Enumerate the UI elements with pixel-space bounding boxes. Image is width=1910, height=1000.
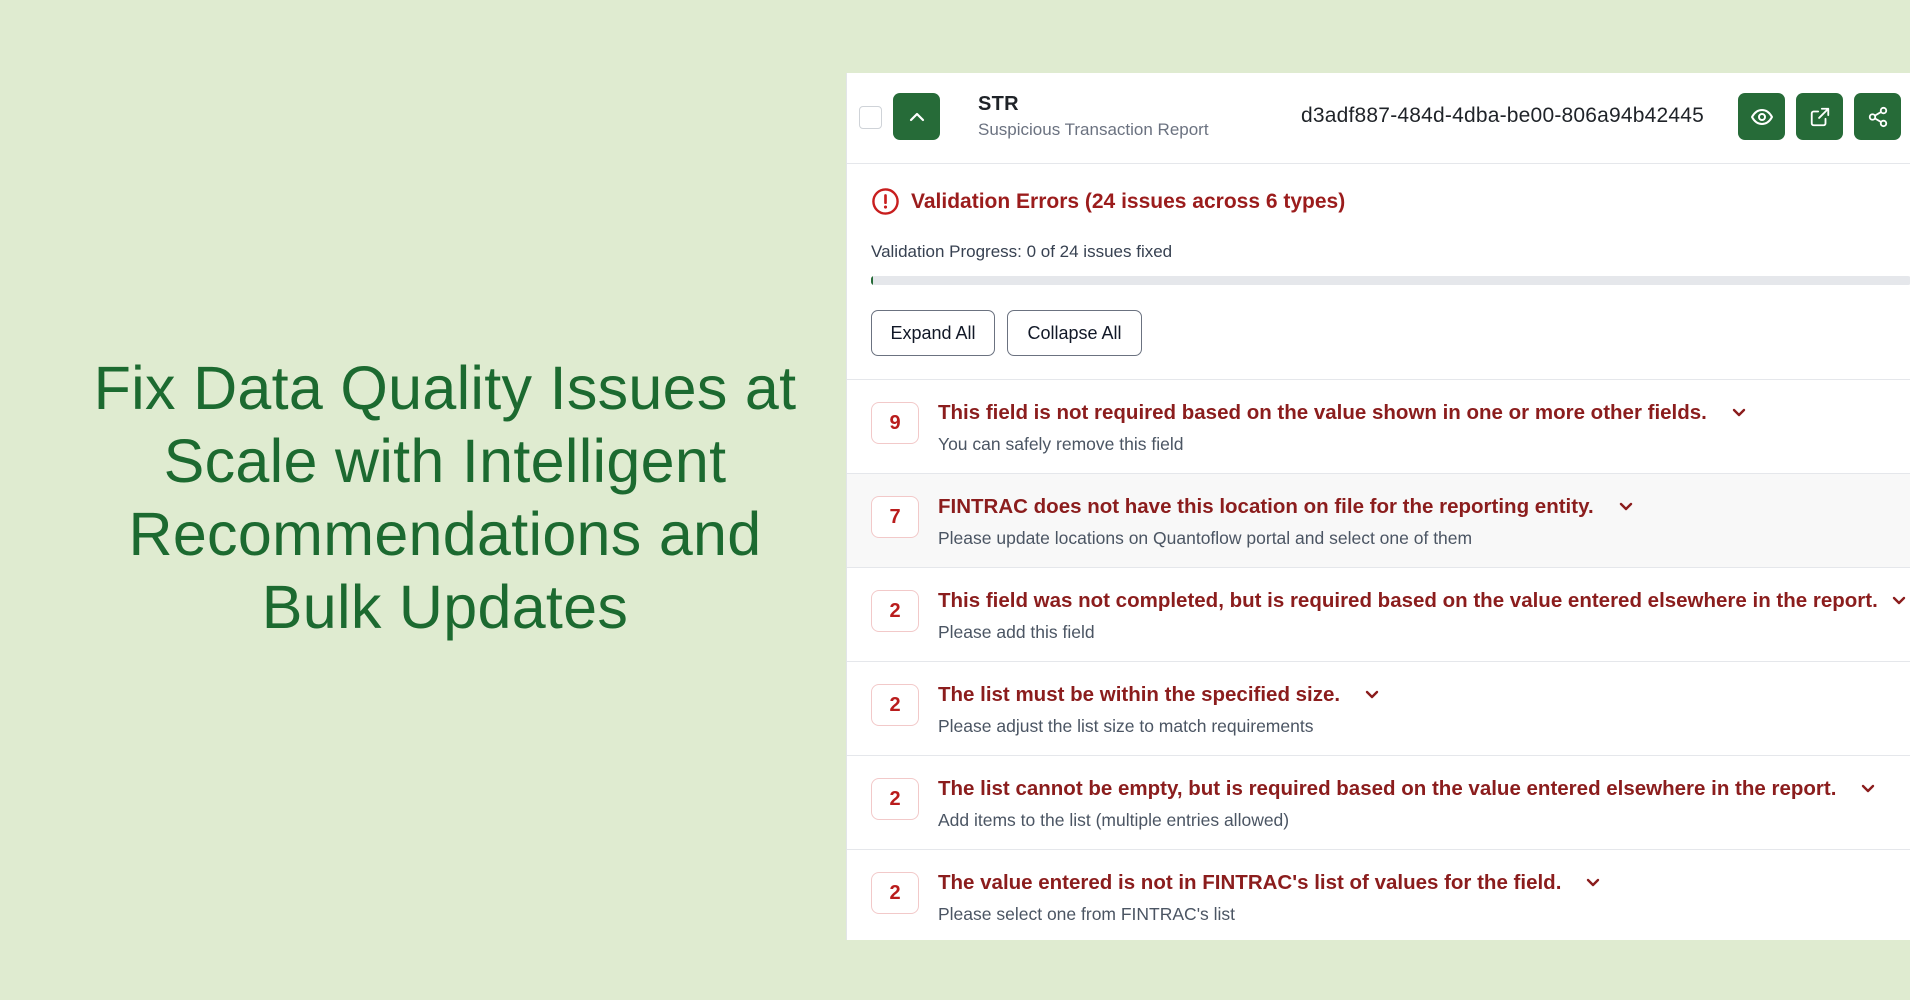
issue-row[interactable]: 2 The list must be within the specified …: [847, 661, 1910, 755]
issue-hint: Add items to the list (multiple entries …: [938, 810, 1290, 830]
issue-title: This field was not completed, but is req…: [938, 589, 1878, 612]
view-report-button[interactable]: [1738, 93, 1785, 140]
report-header: STR Suspicious Transaction Report d3adf8…: [847, 73, 1910, 164]
marketing-headline: Fix Data Quality Issues at Scale with In…: [93, 354, 797, 641]
issue-hint: Please update locations on Quantoflow po…: [938, 528, 1473, 548]
issue-title: The value entered is not in FINTRAC's li…: [938, 871, 1562, 894]
issue-count-badge: 9: [871, 402, 919, 444]
alert-circle-icon: [872, 188, 899, 215]
chevron-up-icon: [909, 112, 924, 121]
report-id: d3adf887-484d-4dba-be00-806a94b42445: [1301, 104, 1705, 127]
report-panel: STR Suspicious Transaction Report d3adf8…: [846, 73, 1910, 940]
issue-row[interactable]: 7 FINTRAC does not have this location on…: [847, 473, 1910, 567]
issue-list: 9 This field is not required based on th…: [847, 379, 1910, 940]
issue-count-badge: 2: [871, 684, 919, 726]
stage: Fix Data Quality Issues at Scale with In…: [0, 0, 1910, 1000]
issue-hint: Please select one from FINTRAC's list: [938, 904, 1236, 924]
chevron-down-icon[interactable]: [1891, 595, 1907, 607]
validation-errors-title: Validation Errors (24 issues across 6 ty…: [911, 189, 1346, 213]
issue-count-badge: 2: [871, 590, 919, 632]
external-link-icon: [1810, 107, 1829, 126]
issue-hint: Please adjust the list size to match req…: [938, 716, 1314, 736]
collapse-all-button[interactable]: Collapse All: [1007, 310, 1142, 356]
chevron-down-icon[interactable]: [1364, 689, 1380, 701]
chevron-down-icon[interactable]: [1585, 877, 1601, 889]
issue-title: The list must be within the specified si…: [938, 683, 1341, 706]
expand-all-button[interactable]: Expand All: [871, 310, 995, 356]
chevron-down-icon[interactable]: [1731, 407, 1747, 419]
chevron-down-icon[interactable]: [1860, 783, 1876, 795]
issue-row[interactable]: 2 This field was not completed, but is r…: [847, 567, 1910, 661]
issue-title: The list cannot be empty, but is require…: [938, 777, 1837, 800]
validation-progress-fill: [871, 276, 874, 285]
open-report-button[interactable]: [1796, 93, 1843, 140]
issue-title: This field is not required based on the …: [938, 401, 1707, 424]
issue-title: FINTRAC does not have this location on f…: [938, 495, 1594, 518]
share-icon: [1868, 106, 1887, 127]
validation-progress-text: Validation Progress: 0 of 24 issues fixe…: [871, 242, 1173, 261]
validation-progress-bar: [871, 276, 1910, 285]
share-report-button[interactable]: [1854, 93, 1901, 140]
report-type-description: Suspicious Transaction Report: [978, 120, 1209, 139]
select-report-checkbox[interactable]: [859, 106, 882, 129]
issue-row[interactable]: 9 This field is not required based on th…: [847, 379, 1910, 473]
report-type-label: STR: [978, 93, 1019, 115]
validation-errors-header: Validation Errors (24 issues across 6 ty…: [871, 187, 1345, 216]
issue-row[interactable]: 2 The value entered is not in FINTRAC's …: [847, 849, 1910, 940]
issue-count-badge: 2: [871, 778, 919, 820]
collapse-report-button[interactable]: [893, 93, 940, 140]
issue-row[interactable]: 2 The list cannot be empty, but is requi…: [847, 755, 1910, 849]
issue-hint: Please add this field: [938, 622, 1095, 642]
issue-count-badge: 7: [871, 496, 919, 538]
issue-hint: You can safely remove this field: [938, 434, 1184, 454]
eye-icon: [1750, 108, 1773, 125]
chevron-down-icon[interactable]: [1618, 501, 1634, 513]
issue-count-badge: 2: [871, 872, 919, 914]
